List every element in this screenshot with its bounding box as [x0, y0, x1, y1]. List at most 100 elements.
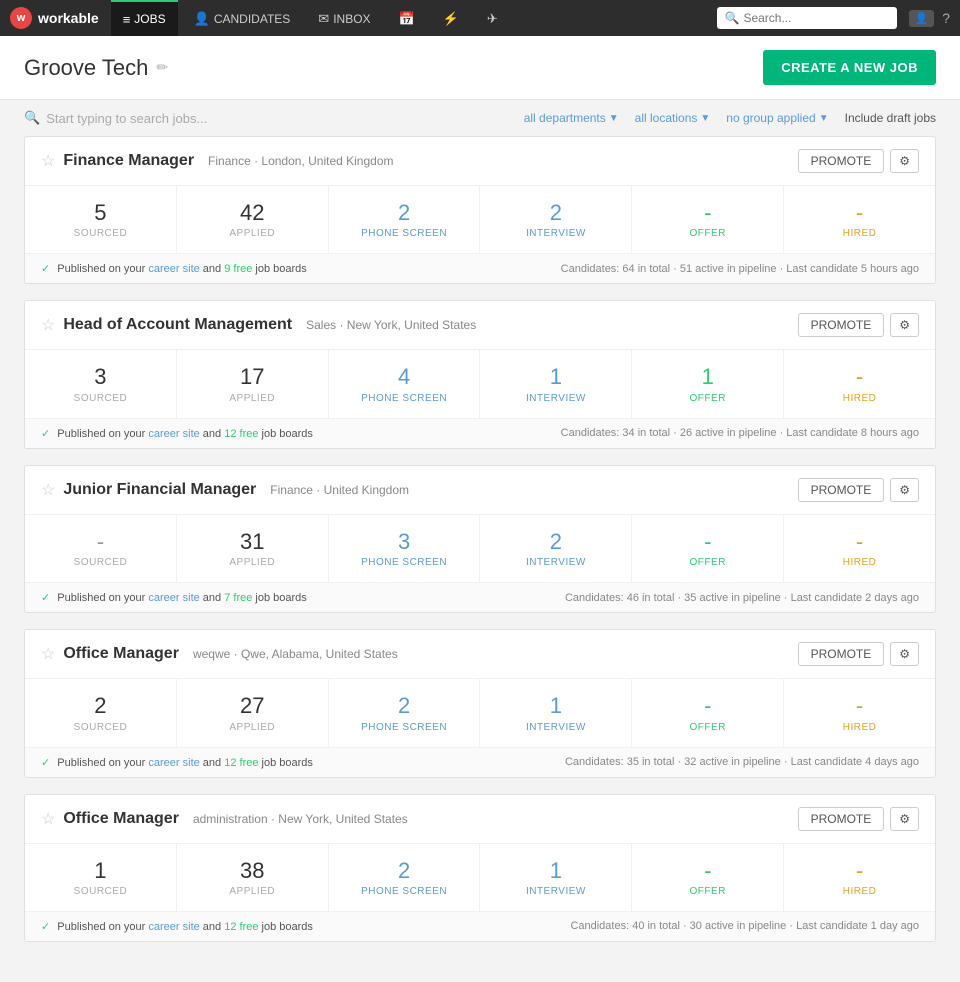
job-title[interactable]: Office Manager: [63, 810, 179, 828]
metric-cell-phone-screen[interactable]: 2 PHONE SCREEN: [329, 186, 481, 253]
career-site-link[interactable]: career site: [148, 428, 199, 440]
edit-company-icon[interactable]: ✏: [156, 59, 168, 76]
star-icon[interactable]: ☆: [41, 315, 55, 335]
promote-button[interactable]: PROMOTE: [798, 149, 885, 173]
settings-button[interactable]: ⚙: [890, 807, 919, 831]
metric-value[interactable]: 2: [488, 529, 623, 555]
inbox-icon: ✉: [318, 11, 329, 27]
metric-value: 17: [185, 364, 320, 390]
job-meta: Sales · New York, United States: [306, 318, 476, 332]
metric-value: -: [792, 858, 927, 884]
metric-value[interactable]: 1: [488, 693, 623, 719]
locations-filter[interactable]: all locations ▼: [635, 111, 711, 125]
published-text: ✓ Published on your career site and 12 f…: [41, 756, 313, 769]
metric-label: OFFER: [640, 722, 775, 733]
settings-button[interactable]: ⚙: [890, 642, 919, 666]
job-title[interactable]: Junior Financial Manager: [63, 481, 256, 499]
nav-tab-jobs[interactable]: ≡ JOBS: [111, 0, 178, 36]
metric-cell-hired: - HIRED: [784, 350, 935, 417]
metric-cell-interview[interactable]: 1 INTERVIEW: [480, 679, 632, 746]
job-title-area: ☆ Office Manager weqwe · Qwe, Alabama, U…: [41, 644, 398, 664]
nav-tab-activity[interactable]: ✈: [475, 0, 510, 36]
metric-cell-hired: - HIRED: [784, 186, 935, 253]
career-site-link[interactable]: career site: [148, 263, 199, 275]
metric-label: PHONE SCREEN: [337, 228, 472, 239]
include-drafts-link[interactable]: Include draft jobs: [845, 111, 936, 125]
job-title-area: ☆ Office Manager administration · New Yo…: [41, 809, 408, 829]
filters-right: all departments ▼ all locations ▼ no gro…: [524, 111, 936, 125]
settings-button[interactable]: ⚙: [890, 149, 919, 173]
nav-right-icons: 👤 ?: [909, 10, 951, 27]
group-filter[interactable]: no group applied ▼: [726, 111, 828, 125]
metric-cell-sourced: 5 SOURCED: [25, 186, 177, 253]
metric-value: 1: [33, 858, 168, 884]
job-meta: Finance · London, United Kingdom: [208, 154, 393, 168]
star-icon[interactable]: ☆: [41, 151, 55, 171]
job-title[interactable]: Finance Manager: [63, 152, 194, 170]
nav-tab-inbox[interactable]: ✉ INBOX: [306, 0, 382, 36]
metric-value[interactable]: 2: [488, 200, 623, 226]
filters-bar: 🔍 Start typing to search jobs... all dep…: [0, 100, 960, 136]
search-jobs-icon: 🔍: [24, 110, 40, 126]
metric-cell-phone-screen[interactable]: 4 PHONE SCREEN: [329, 350, 481, 417]
departments-filter[interactable]: all departments ▼: [524, 111, 619, 125]
metric-value[interactable]: 2: [337, 693, 472, 719]
metric-cell-interview[interactable]: 2 INTERVIEW: [480, 186, 632, 253]
metric-value[interactable]: 2: [337, 200, 472, 226]
star-icon[interactable]: ☆: [41, 809, 55, 829]
job-card: ☆ Finance Manager Finance · London, Unit…: [24, 136, 936, 284]
metric-value[interactable]: 4: [337, 364, 472, 390]
job-card: ☆ Office Manager weqwe · Qwe, Alabama, U…: [24, 629, 936, 777]
job-actions: PROMOTE ⚙: [798, 478, 919, 502]
metric-label: OFFER: [640, 557, 775, 568]
metric-value[interactable]: 1: [488, 364, 623, 390]
help-icon[interactable]: ?: [942, 10, 950, 26]
metric-value: -: [792, 200, 927, 226]
promote-button[interactable]: PROMOTE: [798, 807, 885, 831]
metric-cell-offer: - OFFER: [632, 844, 784, 911]
create-new-job-button[interactable]: CREATE A NEW JOB: [763, 50, 936, 85]
card-footer: ✓ Published on your career site and 9 fr…: [25, 254, 935, 283]
search-icon: 🔍: [725, 11, 740, 25]
metric-label: APPLIED: [185, 393, 320, 404]
job-title[interactable]: Head of Account Management: [63, 316, 292, 334]
metric-cell-interview[interactable]: 1 INTERVIEW: [480, 350, 632, 417]
free-count: 12 free: [224, 921, 258, 933]
settings-button[interactable]: ⚙: [890, 478, 919, 502]
group-label: no group applied: [726, 111, 815, 125]
metric-cell-interview[interactable]: 1 INTERVIEW: [480, 844, 632, 911]
career-site-link[interactable]: career site: [148, 757, 199, 769]
page-title: Groove Tech: [24, 55, 148, 81]
search-bar[interactable]: 🔍: [717, 7, 897, 29]
logo-icon: w: [10, 7, 32, 29]
job-actions: PROMOTE ⚙: [798, 642, 919, 666]
career-site-link[interactable]: career site: [148, 921, 199, 933]
metric-value[interactable]: 3: [337, 529, 472, 555]
career-site-link[interactable]: career site: [148, 592, 199, 604]
metric-cell-phone-screen[interactable]: 2 PHONE SCREEN: [329, 679, 481, 746]
metric-cell-interview[interactable]: 2 INTERVIEW: [480, 515, 632, 582]
metric-value: -: [640, 200, 775, 226]
job-title[interactable]: Office Manager: [63, 645, 179, 663]
candidates-summary: Candidates: 64 in total · 51 active in p…: [561, 263, 919, 275]
metrics-row: - SOURCED 31 APPLIED 3 PHONE SCREEN 2 IN…: [25, 515, 935, 583]
search-input[interactable]: [743, 11, 888, 25]
avatar-icon[interactable]: 👤: [909, 10, 935, 27]
published-text: ✓ Published on your career site and 9 fr…: [41, 262, 307, 275]
metric-value[interactable]: 2: [337, 858, 472, 884]
metric-value[interactable]: 1: [488, 858, 623, 884]
nav-tab-link[interactable]: ⚡: [431, 0, 471, 36]
metric-cell-phone-screen[interactable]: 2 PHONE SCREEN: [329, 844, 481, 911]
logo[interactable]: w workable: [10, 7, 99, 29]
metric-value: -: [792, 529, 927, 555]
star-icon[interactable]: ☆: [41, 644, 55, 664]
metric-label: HIRED: [792, 722, 927, 733]
star-icon[interactable]: ☆: [41, 480, 55, 500]
promote-button[interactable]: PROMOTE: [798, 642, 885, 666]
nav-tab-calendar[interactable]: 📅: [387, 0, 427, 36]
promote-button[interactable]: PROMOTE: [798, 478, 885, 502]
promote-button[interactable]: PROMOTE: [798, 313, 885, 337]
settings-button[interactable]: ⚙: [890, 313, 919, 337]
metric-cell-phone-screen[interactable]: 3 PHONE SCREEN: [329, 515, 481, 582]
nav-tab-candidates[interactable]: 👤 CANDIDATES: [182, 0, 303, 36]
